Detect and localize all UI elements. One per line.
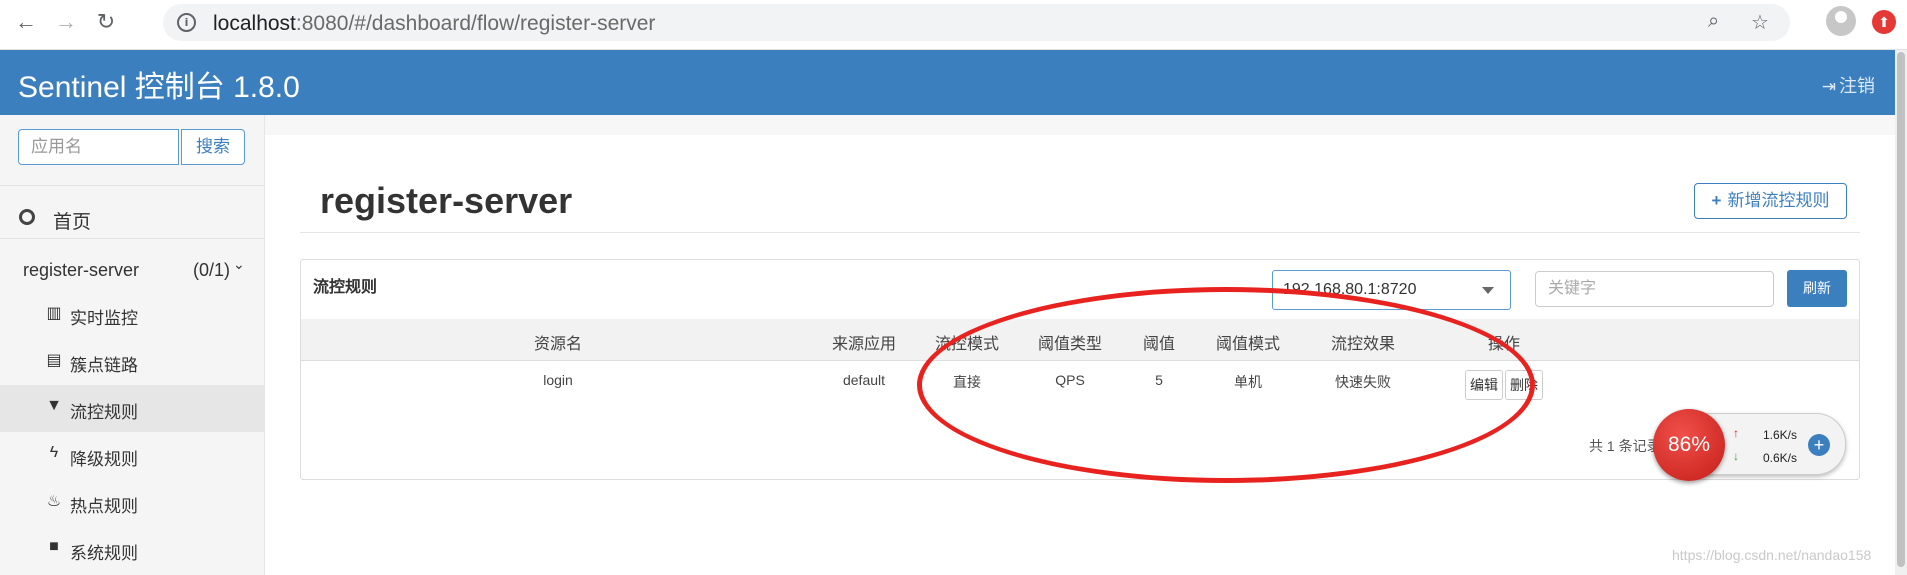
app-name: register-server	[23, 260, 140, 280]
machine-select-value: 192.168.80.1:8720	[1283, 281, 1417, 298]
sidebar-item-flow-rules[interactable]: ▼ 流控规则	[0, 385, 264, 432]
flow-rules-panel: 流控规则 192.168.80.1:8720 关键字 刷新 资源名 来源应用 流…	[300, 259, 1860, 480]
list-icon: ▤	[46, 352, 62, 369]
sidebar-item-system-rules[interactable]: ■ 系统规则	[0, 526, 264, 573]
browser-toolbar: ← → ↻ i localhost:8080/#/dashboard/flow/…	[0, 0, 1907, 50]
refresh-button[interactable]: 刷新	[1787, 270, 1847, 307]
column-header: 阈值模式	[1215, 336, 1281, 353]
edit-button[interactable]: 编辑	[1465, 370, 1503, 400]
cell-cluster-mode: 单机	[1234, 374, 1262, 390]
forward-icon[interactable]: →	[52, 8, 80, 36]
address-bar[interactable]: i localhost:8080/#/dashboard/flow/regist…	[163, 4, 1790, 41]
app-machine-count: (0/1)	[193, 260, 231, 280]
app-search-input[interactable]: 应用名	[18, 129, 179, 165]
keyword-input[interactable]: 关键字	[1535, 271, 1774, 307]
profile-avatar[interactable]	[1826, 6, 1856, 36]
cell-count: 5	[1155, 372, 1163, 388]
upload-speed: 1.6K/s	[1763, 428, 1798, 442]
column-header: 阈值	[1142, 336, 1176, 353]
cell-grade: QPS	[1055, 372, 1085, 388]
divider	[0, 185, 264, 186]
cell-limit-app: default	[842, 372, 886, 388]
caret-down-icon	[1482, 287, 1494, 294]
sidebar-item-label: 流控规则	[70, 403, 138, 422]
plus-icon: +	[1711, 191, 1722, 210]
cell-control-effect: 快速失败	[1335, 374, 1391, 390]
logout-icon: ⇥	[1821, 77, 1836, 96]
sidebar-item-label: 降级规则	[70, 450, 138, 469]
download-arrow-icon: ↓	[1733, 449, 1739, 463]
sidebar-item-cluster-link[interactable]: ▤ 簇点链路	[0, 338, 264, 385]
divider	[300, 232, 1860, 233]
delete-button[interactable]: 删除	[1505, 370, 1543, 400]
sidebar-item-label: 簇点链路	[70, 356, 138, 375]
column-header: 阈值类型	[1037, 336, 1103, 353]
speed-percent-ball[interactable]: 86%	[1653, 409, 1725, 481]
logout-link[interactable]: ⇥ 注销	[1822, 72, 1875, 98]
bar-chart-icon: ▥	[46, 305, 62, 322]
dashboard-icon	[19, 209, 35, 225]
app-header: Sentinel 控制台 1.8.0 ⇥ 注销	[0, 50, 1895, 115]
scrollbar-thumb[interactable]	[1897, 52, 1905, 567]
column-header: 流控模式	[934, 336, 1000, 353]
table-header: 资源名 来源应用 流控模式 阈值类型 阈值 阈值模式 流控效果 操作	[301, 319, 1859, 361]
zoom-icon[interactable]: ⌕	[1708, 10, 1719, 33]
sidebar-item-hotspot-rules[interactable]: ♨ 热点规则	[0, 479, 264, 526]
column-header: 来源应用	[831, 336, 897, 353]
pagination-summary: 共 1 条记录	[1589, 438, 1661, 454]
sidebar-item-realtime-monitor[interactable]: ▥ 实时监控	[0, 291, 264, 338]
flash-icon: ϟ	[49, 444, 59, 461]
cell-resource: login	[543, 372, 573, 388]
url-text[interactable]: localhost:8080/#/dashboard/flow/register…	[213, 12, 655, 36]
plus-icon[interactable]: +	[1808, 434, 1830, 456]
sidebar-item-degrade-rules[interactable]: ϟ 降级规则	[0, 432, 264, 479]
watermark: https://blog.csdn.net/nandao158	[1672, 547, 1872, 563]
sidebar-app-register-server[interactable]: register-server (0/1) ⌄	[0, 246, 264, 296]
column-header: 操作	[1487, 336, 1521, 353]
lock-icon: ■	[49, 538, 59, 555]
upload-arrow-icon: ↑	[1733, 426, 1739, 440]
cell-strategy: 直接	[953, 374, 981, 390]
divider	[0, 238, 264, 239]
search-button[interactable]: 搜索	[181, 129, 245, 165]
page-title: register-server	[320, 180, 573, 221]
sidebar-item-label: 实时监控	[70, 309, 138, 328]
sidebar-item-label: 热点规则	[70, 497, 138, 516]
filter-icon: ▼	[46, 397, 62, 414]
table-row: login default 直接 QPS 5 单机 快速失败 编辑 删除	[301, 360, 1859, 410]
panel-title: 流控规则	[313, 279, 378, 296]
sidebar-item-label: 系统规则	[70, 544, 138, 563]
download-speed: 0.6K/s	[1763, 451, 1798, 465]
machine-select[interactable]: 192.168.80.1:8720	[1272, 270, 1511, 310]
chevron-down-icon: ⌄	[233, 256, 245, 272]
fire-icon: ♨	[46, 493, 62, 510]
column-header: 流控效果	[1330, 336, 1396, 353]
sidebar: 应用名 搜索 首页 register-server (0/1) ⌄ ▥ 实时监控…	[0, 115, 265, 575]
back-icon[interactable]: ←	[12, 8, 40, 36]
add-flow-rule-button[interactable]: + 新增流控规则	[1694, 183, 1847, 219]
column-header: 资源名	[533, 336, 583, 353]
site-info-icon[interactable]: i	[177, 13, 196, 32]
main-content: register-server + 新增流控规则 流控规则 192.168.80.…	[265, 115, 1895, 575]
bookmark-star-icon[interactable]: ☆	[1751, 10, 1769, 35]
reload-icon[interactable]: ↻	[92, 8, 120, 36]
app-title: Sentinel 控制台 1.8.0	[18, 71, 300, 104]
content-card: register-server + 新增流控规则 流控规则 192.168.80.…	[265, 135, 1895, 575]
extension-icon[interactable]: ⬆	[1872, 10, 1896, 34]
sidebar-item-label: 首页	[53, 212, 92, 233]
